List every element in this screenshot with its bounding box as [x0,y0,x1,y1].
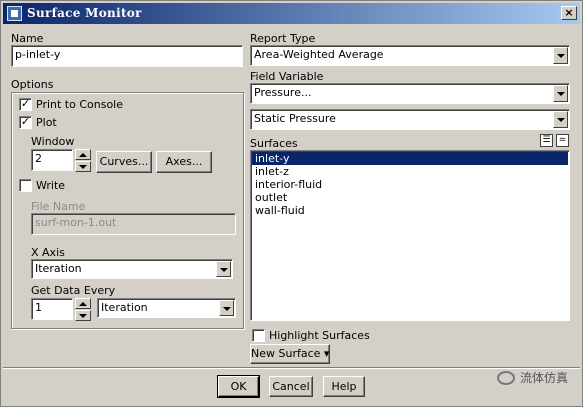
axes-button[interactable]: Axes... [156,151,212,173]
window-spin-down-icon[interactable] [75,161,91,172]
get-data-unit-value: Iteration [101,301,148,314]
x-axis-select[interactable]: Iteration [31,259,233,279]
surfaces-label: Surfaces [250,137,298,150]
list-item[interactable]: outlet [252,191,568,204]
ok-button[interactable]: OK [217,375,260,398]
watermark-text: 流体仿真 [519,371,568,385]
window-spin-up-icon[interactable] [75,149,91,160]
options-label: Options [11,78,54,91]
list-item[interactable]: inlet-z [252,165,568,178]
write-label: Write [36,179,66,192]
x-axis-value: Iteration [35,262,82,275]
get-data-spin-up-icon[interactable] [75,298,91,309]
get-data-spin-down-icon[interactable] [75,310,91,321]
file-name-label: File Name [31,200,86,213]
plot-label: Plot [36,116,57,129]
footer-divider [3,367,580,369]
window-number-input[interactable]: 2 [31,149,73,171]
field-variable-sub-value: Static Pressure [254,112,336,125]
field-variable-value: Pressure... [254,86,312,99]
window-label: Window [31,135,75,148]
list-item[interactable]: inlet-y [252,152,568,165]
chevron-down-icon[interactable] [216,261,231,277]
highlight-surfaces-checkbox[interactable] [252,329,265,342]
chevron-down-icon[interactable] [553,47,568,64]
surfaces-list[interactable]: inlet-y inlet-z interior-fluid outlet wa… [250,150,570,321]
get-data-unit-select[interactable]: Iteration [97,298,236,318]
field-variable-label: Field Variable [250,70,324,83]
print-to-console-checkbox[interactable]: ✓ [19,98,32,111]
chevron-down-icon[interactable] [553,111,568,128]
report-type-select[interactable]: Area-Weighted Average [250,45,570,66]
window-title: Surface Monitor [27,6,142,20]
app-icon [7,6,22,21]
wechat-icon [496,370,515,385]
x-axis-label: X Axis [31,246,65,259]
new-surface-button[interactable]: New Surface ▾ [250,344,330,364]
field-variable-select[interactable]: Pressure... [250,83,570,104]
deselect-all-icon[interactable]: = [556,134,569,147]
help-button[interactable]: Help [323,376,365,397]
name-label: Name [11,32,44,45]
chevron-down-icon[interactable] [553,85,568,102]
get-data-every-label: Get Data Every [31,284,116,297]
file-name-input[interactable]: surf-mon-1.out [31,213,236,235]
field-variable-sub-select[interactable]: Static Pressure [250,109,570,130]
report-type-label: Report Type [250,32,316,45]
chevron-down-icon[interactable] [219,300,234,316]
curves-button[interactable]: Curves... [96,151,152,173]
select-all-icon[interactable]: ☰ [540,134,553,147]
plot-checkbox[interactable]: ✓ [19,116,32,129]
cancel-button[interactable]: Cancel [269,376,313,397]
name-input[interactable]: p-inlet-y [11,45,243,67]
print-to-console-label: Print to Console [36,98,124,111]
report-type-value: Area-Weighted Average [254,48,384,61]
highlight-surfaces-label: Highlight Surfaces [269,329,370,342]
list-item[interactable]: wall-fluid [252,204,568,217]
surface-monitor-dialog: Surface Monitor × Name p-inlet-y Options… [0,0,583,407]
watermark: 流体仿真 [496,369,568,386]
list-item[interactable]: interior-fluid [252,178,568,191]
write-checkbox[interactable] [19,179,32,192]
title-bar[interactable]: Surface Monitor × [3,3,580,24]
get-data-every-input[interactable]: 1 [31,298,73,320]
close-button[interactable]: × [561,6,577,20]
